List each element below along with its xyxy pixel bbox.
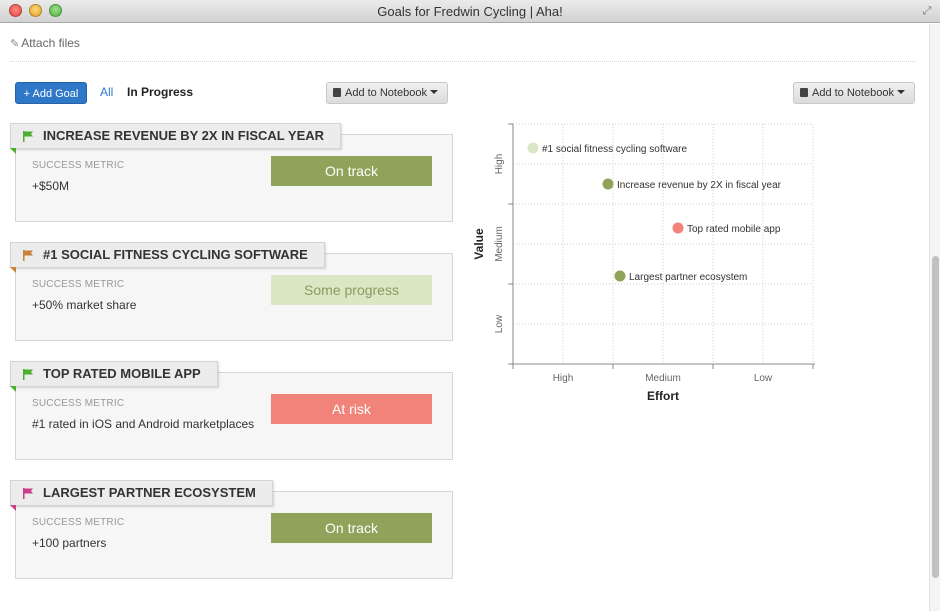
status-badge[interactable]: Some progress (271, 275, 432, 305)
scroll-thumb[interactable] (932, 256, 939, 578)
filter-all-link[interactable]: All (100, 85, 113, 99)
caret-down-icon (429, 90, 438, 94)
x-axis-title: Effort (647, 389, 679, 403)
notebook-icon (800, 88, 808, 97)
success-metric-value: +50% market share (32, 298, 137, 312)
paperclip-icon: ✎ (10, 38, 20, 50)
add-to-notebook-label: Add to Notebook (345, 87, 427, 99)
goal-title-tab[interactable]: INCREASE REVENUE BY 2X IN FISCAL YEAR (10, 123, 342, 154)
data-point-label: Increase revenue by 2X in fiscal year (617, 180, 782, 191)
data-point-label: Largest partner ecosystem (629, 272, 747, 283)
success-metric-value: +$50M (32, 179, 70, 193)
success-metric-label: SUCCESS METRIC (32, 160, 125, 171)
data-point (602, 178, 614, 190)
goal-title-tab[interactable]: LARGEST PARTNER ECOSYSTEM (10, 480, 273, 511)
status-badge[interactable]: On track (271, 156, 432, 186)
goal-title: TOP RATED MOBILE APP (43, 366, 201, 381)
y-tick-label: High (494, 154, 505, 175)
tab-fold (10, 505, 16, 511)
add-to-notebook-button-right[interactable]: Add to Notebook (793, 82, 915, 104)
filter-in-progress[interactable]: In Progress (127, 85, 193, 99)
window-title: Goals for Fredwin Cycling | Aha! (377, 4, 563, 19)
add-to-notebook-button-left[interactable]: Add to Notebook (326, 82, 448, 104)
flag-icon (23, 250, 33, 261)
y-tick-label: Medium (494, 226, 505, 262)
status-badge[interactable]: At risk (271, 394, 432, 424)
attach-files-link[interactable]: ✎ Attach files (10, 36, 80, 50)
goal-title: #1 SOCIAL FITNESS CYCLING SOFTWARE (43, 247, 308, 262)
goal-title-tab[interactable]: #1 SOCIAL FITNESS CYCLING SOFTWARE (10, 242, 325, 273)
flag-icon (23, 131, 33, 142)
data-point (614, 270, 626, 282)
divider (10, 61, 915, 62)
goal-title-tab[interactable]: TOP RATED MOBILE APP (10, 361, 218, 392)
flag-icon (23, 369, 33, 380)
add-goal-button[interactable]: + Add Goal (15, 82, 87, 104)
y-tick-label: Low (494, 314, 505, 333)
tab-fold (10, 267, 16, 273)
goal-title: INCREASE REVENUE BY 2X IN FISCAL YEAR (43, 128, 325, 143)
success-metric-label: SUCCESS METRIC (32, 517, 125, 528)
attach-files-label: Attach files (21, 36, 80, 50)
x-tick-label: Medium (645, 373, 681, 384)
data-point (672, 222, 684, 234)
chart-svg: High Medium Low High Medium Low Effort Value #1 … (472, 123, 815, 403)
value-effort-chart: High Medium Low High Medium Low Effort Value #1 … (465, 118, 825, 408)
data-point (527, 142, 539, 154)
title-bar: Goals for Fredwin Cycling | Aha! ⤢ (0, 0, 940, 23)
app-window: Goals for Fredwin Cycling | Aha! ⤢ ✎ Atta… (0, 0, 940, 611)
data-point-label: #1 social fitness cycling software (542, 144, 688, 155)
tab-fold (10, 148, 16, 154)
add-to-notebook-label: Add to Notebook (812, 87, 894, 99)
tab-fold (10, 386, 16, 392)
caret-down-icon (896, 90, 905, 94)
success-metric-label: SUCCESS METRIC (32, 398, 125, 409)
x-tick-label: Low (754, 373, 773, 384)
vertical-scrollbar[interactable] (929, 24, 940, 611)
x-tick-label: High (553, 373, 574, 384)
goal-title: LARGEST PARTNER ECOSYSTEM (43, 485, 256, 500)
y-axis-title: Value (472, 228, 486, 260)
status-badge[interactable]: On track (271, 513, 432, 543)
notebook-icon (333, 88, 341, 97)
success-metric-label: SUCCESS METRIC (32, 279, 125, 290)
fullscreen-icon[interactable]: ⤢ (920, 4, 934, 18)
success-metric-value: #1 rated in iOS and Android marketplaces (32, 417, 255, 431)
data-point-label: Top rated mobile app (687, 224, 781, 235)
success-metric-value: +100 partners (32, 536, 107, 550)
flag-icon (23, 488, 33, 499)
